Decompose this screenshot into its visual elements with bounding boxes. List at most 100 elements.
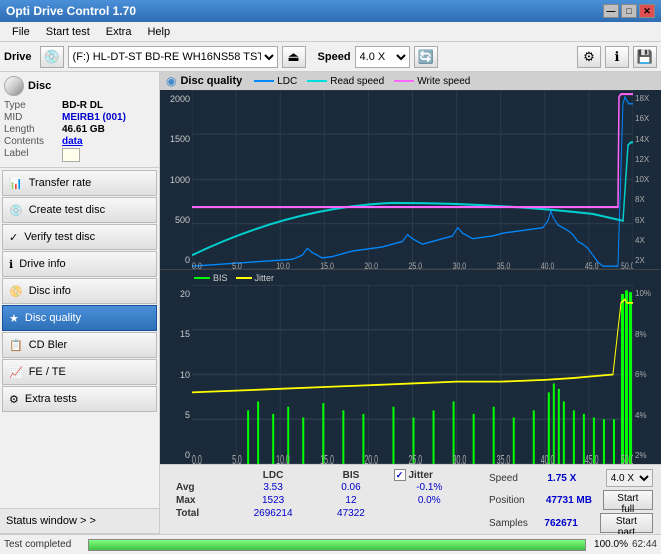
y-label-0: 0 [162,255,190,265]
speed-select[interactable]: 4.0 X 1.0 X 2.0 X 6.0 X 8.0 X [355,46,410,68]
info-button[interactable]: ℹ [605,46,629,68]
lower-y-15: 15 [162,329,190,339]
sidebar-item-drive-info[interactable]: ℹ Drive info [2,251,157,277]
lower-chart-container: 20 15 10 5 0 [160,285,661,464]
y-label-1000: 1000 [162,175,190,185]
legend-write-speed: Write speed [394,76,470,87]
sidebar-item-extra-tests[interactable]: ⚙ Extra tests [2,386,157,412]
refresh-button[interactable]: 🔄 [414,46,438,68]
max-bis-value: 12 [316,494,385,507]
menu-help[interactable]: Help [139,24,178,40]
avg-row-label: Avg [168,481,230,494]
position-row: Position 47731 MB Start full [489,490,653,510]
avg-jitter-value: -0.1% [386,481,474,494]
col-header-bis: BIS [316,469,385,481]
type-value: BD-R DL [62,100,103,111]
drive-select[interactable]: (F:) HL-DT-ST BD-RE WH16NS58 TST4 [68,46,278,68]
nav-buttons: 📊 Transfer rate 💿 Create test disc ✓ Ver… [0,168,159,508]
fe-te-label: FE / TE [29,366,66,378]
total-bis-value: 47322 [316,507,385,520]
contents-value[interactable]: data [62,136,83,147]
svg-text:45.0: 45.0 [585,454,599,464]
sidebar-item-verify-test-disc[interactable]: ✓ Verify test disc [2,224,157,250]
menu-extra[interactable]: Extra [98,24,140,40]
menu-file[interactable]: File [4,24,38,40]
svg-text:35.0: 35.0 [497,454,511,464]
chart-legend-upper: LDC Read speed Write speed [254,76,470,87]
chart-area: ◉ Disc quality LDC Read speed Write spee… [160,72,661,534]
svg-text:40.0: 40.0 [541,260,555,269]
save-button[interactable]: 💾 [633,46,657,68]
extra-tests-label: Extra tests [25,393,77,405]
status-window-button[interactable]: Status window > > [0,508,159,534]
verify-test-disc-label: Verify test disc [24,231,95,243]
svg-text:25.0: 25.0 [408,260,422,269]
settings-button[interactable]: ⚙ [577,46,601,68]
minimize-button[interactable]: — [603,4,619,18]
sidebar-item-create-test-disc[interactable]: 💿 Create test disc [2,197,157,223]
disc-section-label: Disc [28,80,51,92]
titlebar: Opti Drive Control 1.70 — □ ✕ [0,0,661,22]
total-row-label: Total [168,507,230,520]
svg-text:0.0: 0.0 [192,454,202,464]
lower-y-10: 10 [162,370,190,380]
close-button[interactable]: ✕ [639,4,655,18]
sidebar-item-fe-te[interactable]: 📈 FE / TE [2,359,157,385]
svg-text:25.0: 25.0 [408,454,422,464]
eject-button[interactable]: ⏏ [282,46,306,68]
jitter-legend-label: Jitter [255,273,275,283]
menu-start-test[interactable]: Start test [38,24,98,40]
jitter-col-label: Jitter [409,470,433,481]
sidebar-item-disc-quality[interactable]: ★ Disc quality [2,305,157,331]
upper-right-axis: 18X 16X 14X 12X 10X 8X 6X 4X 2X [633,90,661,269]
mid-value: MEIRB1 (001) [62,112,126,123]
jitter-checkbox[interactable]: ✓ [394,469,406,481]
drive-label: Drive [4,51,32,63]
read-speed-label: Read speed [330,76,384,87]
disc-header: Disc [4,76,155,96]
svg-text:15.0: 15.0 [320,454,334,464]
sidebar-item-disc-info[interactable]: 📀 Disc info [2,278,157,304]
drive-info-label: Drive info [19,258,65,270]
disc-mid-field: MID MEIRB1 (001) [4,112,155,123]
svg-text:5.0: 5.0 [232,454,242,464]
speed-dropdown[interactable]: 4.0 X [606,469,653,487]
progress-bar-fill [89,540,585,550]
create-test-disc-icon: 💿 [9,204,23,217]
drive-icon-btn[interactable]: 💿 [40,46,64,68]
position-value: 47731 MB [546,495,599,506]
start-full-button[interactable]: Start full [603,490,653,510]
sidebar-item-transfer-rate[interactable]: 📊 Transfer rate [2,170,157,196]
legend-read-speed: Read speed [307,76,384,87]
extra-tests-icon: ⚙ [9,393,19,406]
read-speed-color [307,80,327,82]
maximize-button[interactable]: □ [621,4,637,18]
svg-text:0.0: 0.0 [192,260,202,269]
status-text: Test completed [4,539,84,550]
jitter-checkbox-container: ✓ Jitter [394,469,466,481]
svg-text:20.0: 20.0 [364,260,378,269]
mid-label: MID [4,112,62,123]
disc-section: Disc Type BD-R DL MID MEIRB1 (001) Lengt… [0,72,159,168]
upper-chart-svg: 0.0 5.0 10.0 15.0 20.0 25.0 30.0 35.0 40… [192,90,633,269]
fe-te-icon: 📈 [9,366,23,379]
start-part-button[interactable]: Start part [600,513,653,533]
label-icon[interactable] [62,148,80,162]
contents-label: Contents [4,136,62,147]
length-value: 46.61 GB [62,124,105,135]
lower-chart-svg: 0.0 5.0 10.0 15.0 20.0 25.0 30.0 35.0 40… [192,285,633,464]
label-label: Label [4,148,62,162]
progress-area: Test completed 100.0% 62:44 [0,534,661,554]
bis-legend-label: BIS [213,273,228,283]
svg-text:20.0: 20.0 [364,454,378,464]
avg-bis-value: 0.06 [316,481,385,494]
time-display: 62:44 [632,539,657,550]
col-header-jitter-check: ✓ Jitter [386,469,474,481]
write-speed-label: Write speed [417,76,470,87]
svg-text:5.0: 5.0 [232,260,242,269]
sidebar-item-cd-bler[interactable]: 📋 CD Bler [2,332,157,358]
upper-chart-container: 2000 1500 1000 500 0 [160,90,661,269]
length-label: Length [4,124,62,135]
col-header-ldc: LDC [230,469,317,481]
disc-quality-header: ◉ Disc quality LDC Read speed Write spee… [160,72,661,90]
